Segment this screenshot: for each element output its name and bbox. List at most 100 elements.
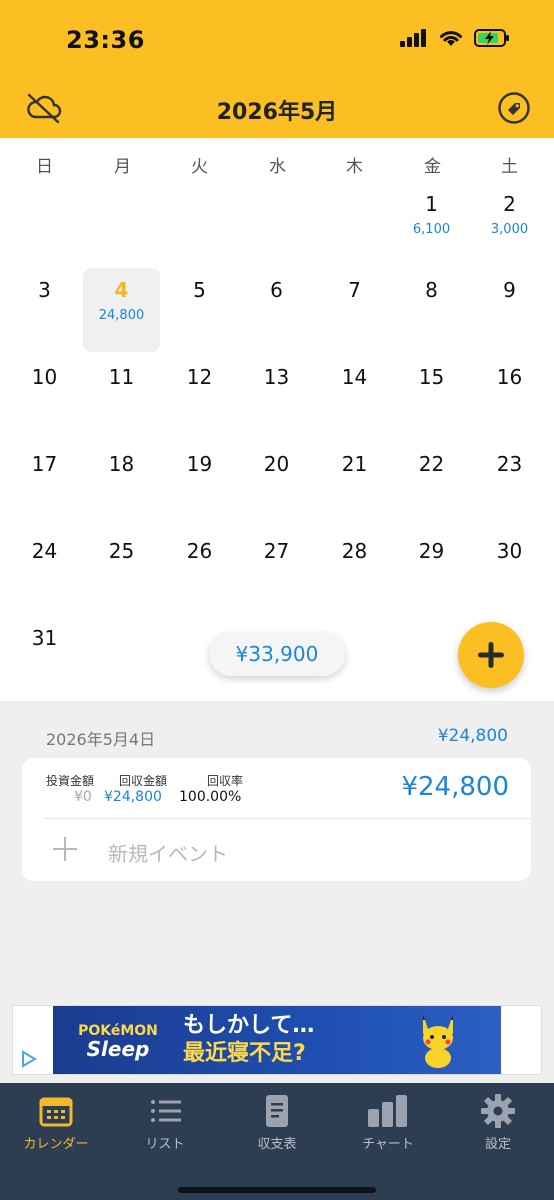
day-number: 24 xyxy=(31,539,58,563)
plus-icon xyxy=(478,642,504,668)
day-cell[interactable]: 28 xyxy=(316,529,393,613)
day-cell[interactable]: 30 xyxy=(471,529,548,613)
day-cell[interactable]: 2 3,000 xyxy=(471,182,548,266)
day-number: 5 xyxy=(193,278,206,302)
day-cell[interactable]: 24 xyxy=(6,529,83,613)
day-cell[interactable]: 14 xyxy=(316,355,393,439)
day-cell[interactable]: 17 xyxy=(6,442,83,526)
invest-value: ¥0 xyxy=(74,789,92,805)
day-number: 1 xyxy=(425,192,438,216)
day-number: 3 xyxy=(38,278,51,302)
new-event-button[interactable]: 新規イベント xyxy=(108,838,228,867)
day-amount: 6,100 xyxy=(412,222,451,237)
tab-label: 収支表 xyxy=(257,1137,297,1152)
return-value: ¥24,800 xyxy=(104,789,162,805)
tab-bar: カレンダー リスト 収支表 チャート 設定 xyxy=(0,1083,554,1200)
tags-button[interactable] xyxy=(494,90,534,126)
day-number: 13 xyxy=(263,365,290,389)
day-number: 26 xyxy=(186,539,213,563)
day-cell[interactable]: 7 xyxy=(316,268,393,352)
day-cell[interactable]: 22 xyxy=(393,442,470,526)
tab-list[interactable]: リスト xyxy=(110,1093,220,1152)
tab-label: チャート xyxy=(362,1137,414,1152)
tab-settings[interactable]: 設定 xyxy=(443,1093,553,1152)
day-number: 6 xyxy=(270,278,283,302)
day-number: 17 xyxy=(31,452,58,476)
tag-icon xyxy=(498,92,530,124)
calendar-grid: 日 月 火 水 木 金 土 1 6,100 2 3,000 3 4 24,800 5 … xyxy=(0,138,554,701)
document-icon xyxy=(266,1095,288,1127)
day-number: 2 xyxy=(503,192,516,216)
day-number: 22 xyxy=(418,452,445,476)
day-cell[interactable]: 31 xyxy=(6,616,83,700)
weekday-thu: 木 xyxy=(346,157,363,177)
day-cell[interactable]: 21 xyxy=(316,442,393,526)
page-title: 2026年5月 xyxy=(216,100,338,125)
ad-choices-icon[interactable] xyxy=(17,1048,39,1070)
weekday-row: 日 月 火 水 木 金 土 xyxy=(0,138,554,186)
add-event-button[interactable] xyxy=(458,622,524,688)
return-label: 回収金額 xyxy=(119,774,168,788)
bar-chart-icon xyxy=(368,1095,407,1127)
day-cell[interactable]: 25 xyxy=(83,529,160,613)
ad-brand-logo: POKéMON Sleep xyxy=(53,1022,183,1061)
day-cell[interactable]: 5 xyxy=(161,268,238,352)
add-icon[interactable] xyxy=(52,836,78,862)
day-cell[interactable]: 3 xyxy=(6,268,83,352)
tab-label: カレンダー xyxy=(23,1137,89,1152)
weekday-sun: 日 xyxy=(36,157,53,177)
rate-label: 回収率 xyxy=(207,774,244,788)
card-divider xyxy=(44,818,531,819)
ad-image[interactable]: POKéMON Sleep もしかして… 最近寝不足? xyxy=(53,1006,501,1074)
day-number: 10 xyxy=(31,365,58,389)
weekday-mon: 月 xyxy=(114,157,131,177)
ad-copy: もしかして… 最近寝不足? xyxy=(183,1012,314,1068)
selected-date: 2026年5月4日 xyxy=(46,730,156,749)
day-number: 25 xyxy=(108,539,135,563)
day-number: 4 xyxy=(114,278,129,302)
day-cell[interactable]: 15 xyxy=(393,355,470,439)
day-number: 7 xyxy=(348,278,361,302)
rate-value: 100.00% xyxy=(179,789,242,805)
header-bar: 23:36 2026年5月 xyxy=(0,0,554,138)
day-cell[interactable]: 19 xyxy=(161,442,238,526)
day-cell[interactable]: 18 xyxy=(83,442,160,526)
day-cell[interactable]: 29 xyxy=(393,529,470,613)
day-number: 30 xyxy=(496,539,523,563)
day-cell[interactable]: 12 xyxy=(161,355,238,439)
day-cell[interactable]: 27 xyxy=(238,529,315,613)
day-cell[interactable]: 23 xyxy=(471,442,548,526)
day-cell-selected[interactable]: 4 24,800 xyxy=(83,268,160,352)
tab-report[interactable]: 収支表 xyxy=(222,1093,332,1152)
pikachu-icon xyxy=(423,1014,453,1068)
weekday-fri: 金 xyxy=(424,157,441,177)
day-cell[interactable]: 13 xyxy=(238,355,315,439)
card-total-amount: ¥24,800 xyxy=(401,772,509,802)
list-icon xyxy=(151,1100,181,1122)
weekday-wed: 水 xyxy=(269,157,286,177)
day-number: 18 xyxy=(108,452,135,476)
tab-chart[interactable]: チャート xyxy=(333,1093,443,1152)
tab-label: 設定 xyxy=(484,1137,511,1152)
month-total-pill[interactable]: ¥33,900 xyxy=(209,632,345,676)
weekday-tue: 火 xyxy=(191,157,208,177)
ad-banner[interactable]: POKéMON Sleep もしかして… 最近寝不足? xyxy=(12,1005,542,1075)
signal-icon xyxy=(400,29,426,47)
battery-charging-icon xyxy=(474,29,509,47)
day-cell[interactable]: 26 xyxy=(161,529,238,613)
day-detail-card: 投資金額 回収金額 回収率 ¥0 ¥24,800 100.00% ¥24,800… xyxy=(22,758,531,881)
day-cell[interactable]: 6 xyxy=(238,268,315,352)
day-cell[interactable]: 16 xyxy=(471,355,548,439)
day-cell[interactable]: 20 xyxy=(238,442,315,526)
day-cell[interactable]: 11 xyxy=(83,355,160,439)
day-cell[interactable]: 9 xyxy=(471,268,548,352)
invest-label: 投資金額 xyxy=(46,774,95,788)
tab-calendar[interactable]: カレンダー xyxy=(1,1093,111,1152)
calendar-icon xyxy=(39,1097,73,1127)
day-cell[interactable]: 10 xyxy=(6,355,83,439)
day-number: 29 xyxy=(418,539,445,563)
ad-brand-bottom: Sleep xyxy=(86,1037,150,1061)
day-number: 28 xyxy=(341,539,368,563)
day-cell[interactable]: 8 xyxy=(393,268,470,352)
day-cell[interactable]: 1 6,100 xyxy=(393,182,470,266)
